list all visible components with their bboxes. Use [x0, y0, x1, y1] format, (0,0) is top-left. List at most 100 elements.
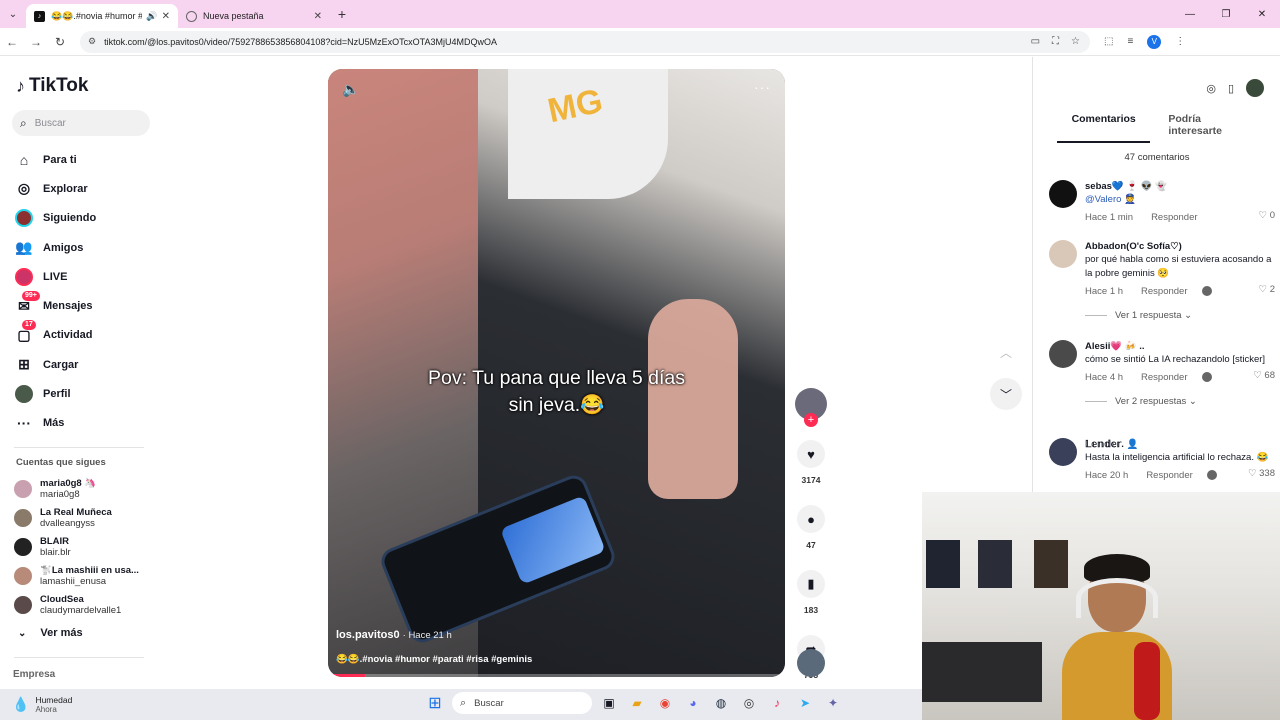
forward-icon[interactable]: →	[24, 35, 48, 49]
volume-icon[interactable]: 🔈	[342, 81, 359, 98]
compass-small-icon[interactable]: ◎	[1206, 82, 1216, 95]
comment-user[interactable]: Alesii💗 🍻 ..	[1085, 340, 1275, 353]
video-more-icon[interactable]: ···	[754, 79, 771, 95]
speaker-icon[interactable]: 🔊	[146, 11, 157, 22]
user-avatar[interactable]	[1246, 79, 1264, 97]
tab-comments[interactable]: Comentarios	[1057, 113, 1151, 143]
discord-icon[interactable]: ◕	[682, 692, 704, 714]
taskbar-apps: ⊞ ⌕ Buscar ▣ ▰ ◉ ◕ ◍ ◎ ♪ ➤ ✦	[424, 692, 844, 714]
telegram-icon[interactable]: ➤	[794, 692, 816, 714]
comment-user[interactable]: 𝕃𝕖𝕟𝕕𝕖𝕣. 👤	[1085, 438, 1275, 451]
reply-button[interactable]: Responder	[1146, 470, 1192, 481]
new-tab-button[interactable]: +	[330, 6, 354, 22]
comment-user[interactable]: Abbadon(O'c Sofía♡)	[1085, 240, 1275, 253]
windows-start-icon[interactable]: ⊞	[424, 692, 446, 714]
reply-button[interactable]: Responder	[1151, 212, 1197, 223]
comment-like[interactable]: ♡ 338	[1248, 468, 1275, 479]
sidebar-item-mensajes[interactable]: ✉ 99+ Mensajes	[14, 291, 164, 320]
extensions-icon[interactable]: ⬚	[1104, 36, 1113, 47]
following-name: BLAIR	[40, 535, 70, 547]
tab-tiktok[interactable]: ♪ 😂😂.#novia #humor #par 🔊 ✕	[26, 4, 178, 28]
post-time: · Hace 21 h	[402, 630, 452, 641]
bookmark-star-icon[interactable]: ☆	[1071, 36, 1080, 47]
view-replies-button[interactable]: Ver 1 respuesta ⌄	[1085, 310, 1275, 321]
tab-search-icon[interactable]: ⌄	[0, 0, 26, 28]
comment-time: Hace 4 h	[1085, 371, 1124, 383]
following-item[interactable]: 🐩La mashiii en usa... lamashii_enusa	[14, 562, 164, 591]
steam-icon[interactable]: ◍	[710, 692, 732, 714]
panel-tabs: Comentarios Podría interesarte	[1057, 113, 1257, 143]
sidebar-item-live[interactable]: LIVE	[14, 262, 164, 291]
chrome-icon[interactable]: ◉	[654, 692, 676, 714]
following-item[interactable]: La Real Muñeca dvalleangyss	[14, 503, 164, 532]
avatar[interactable]	[1049, 438, 1077, 466]
sidebar-item-amigos[interactable]: 👥 Amigos	[14, 233, 164, 262]
profile-avatar[interactable]: V	[1147, 34, 1162, 49]
video-hashtags[interactable]: 😂😂.#novia #humor #parati #risa #geminis	[336, 654, 532, 665]
cast-icon[interactable]: ▭	[1031, 36, 1040, 47]
url-field[interactable]: ⚙ tiktok.com/@los.pavitos0/video/7592788…	[80, 30, 1090, 53]
following-item[interactable]: BLAIR blair.blr	[14, 532, 164, 561]
reply-button[interactable]: Responder	[1141, 372, 1187, 383]
teams-icon[interactable]: ✦	[822, 692, 844, 714]
like-count: 3174	[801, 475, 821, 485]
sidebar-item-mas[interactable]: ··· Más	[14, 409, 164, 438]
avatar[interactable]	[1049, 240, 1077, 268]
avatar[interactable]	[1049, 180, 1077, 208]
task-view-icon[interactable]: ▣	[598, 692, 620, 714]
comment-like[interactable]: ♡ 2	[1259, 284, 1275, 295]
sidebar-item-explorar[interactable]: ◎ Explorar	[14, 174, 164, 203]
sidebar-item-siguiendo[interactable]: Siguiendo	[14, 204, 164, 233]
view-replies-label: Ver 1 respuesta	[1115, 310, 1182, 321]
comment-like[interactable]: ♡ 0	[1259, 210, 1275, 221]
taskbar-search[interactable]: ⌕ Buscar	[452, 692, 592, 714]
previous-video-button[interactable]: ︿	[990, 336, 1022, 368]
minimize-icon[interactable]: —	[1172, 0, 1208, 28]
close-window-icon[interactable]: ✕	[1244, 0, 1280, 28]
menu-dots-icon[interactable]: ⋮	[1175, 36, 1185, 47]
comment-like[interactable]: ♡ 68	[1253, 370, 1275, 381]
reply-button[interactable]: Responder	[1141, 286, 1187, 297]
music-disc-avatar[interactable]	[797, 649, 825, 677]
follow-plus-icon[interactable]: +	[804, 413, 818, 427]
droplet-icon: 💧	[12, 696, 30, 712]
video-author[interactable]: los.pavitos0 · Hace 21 h	[336, 629, 452, 641]
taskbar: 💧 Humedad Ahora ⊞ ⌕ Buscar ▣ ▰ ◉ ◕ ◍ ◎ ♪…	[0, 689, 922, 720]
video-progress-bar[interactable]	[328, 674, 785, 677]
creator-avatar[interactable]: +	[795, 388, 827, 427]
weather-widget[interactable]: 💧 Humedad Ahora	[12, 695, 72, 715]
video-player[interactable]: MG 🔈 ··· Pov: Tu pana que lleva 5 días s…	[328, 69, 785, 677]
sidebar-item-perfil[interactable]: Perfil	[14, 379, 164, 408]
reload-icon[interactable]: ↻	[48, 35, 72, 49]
following-item[interactable]: CloudSea claudymardelvalle1	[14, 591, 164, 620]
tiktok-app-icon[interactable]: ♪	[766, 692, 788, 714]
back-icon[interactable]: ←	[0, 35, 24, 49]
phone-icon[interactable]: ▯	[1228, 82, 1234, 95]
avatar[interactable]	[1049, 340, 1077, 368]
view-replies-button[interactable]: Ver 2 respuestas ⌄	[1085, 396, 1275, 407]
comment-button[interactable]: ● 47	[795, 505, 827, 550]
sidebar-item-cargar[interactable]: ⊞ Cargar	[14, 350, 164, 379]
avatar	[14, 508, 32, 527]
following-item[interactable]: maria0g8 🦄 maria0g8	[14, 474, 164, 503]
like-button[interactable]: ♥ 3174	[795, 440, 827, 485]
close-tab-icon[interactable]: ✕	[162, 11, 170, 22]
comment-user[interactable]: sebas💙 🍷 👽 👻	[1085, 180, 1275, 193]
tab-related[interactable]: Podría interesarte	[1168, 113, 1257, 143]
media-icon[interactable]: ≡	[1127, 36, 1133, 47]
save-button[interactable]: ▮ 183	[795, 570, 827, 615]
file-explorer-icon[interactable]: ▰	[626, 692, 648, 714]
search-input[interactable]: ⌕ Buscar	[12, 110, 150, 136]
sidebar-item-actividad[interactable]: ▢ 17 Actividad	[14, 320, 164, 350]
obs-icon[interactable]: ◎	[738, 692, 760, 714]
site-info-icon[interactable]: ⚙	[88, 36, 96, 47]
close-tab-icon[interactable]: ✕	[314, 11, 322, 22]
company-link[interactable]: Empresa	[13, 669, 55, 680]
sidebar-item-para-ti[interactable]: ⌂ Para ti	[14, 145, 164, 174]
translate-icon[interactable]: ⛶	[1052, 36, 1059, 47]
see-more-link[interactable]: ⌄ Ver más	[18, 627, 83, 639]
maximize-icon[interactable]: ❐	[1208, 0, 1244, 28]
tiktok-logo[interactable]: ♪ TikTok	[16, 75, 88, 97]
tab-new[interactable]: Nueva pestaña ✕	[178, 4, 330, 28]
next-video-button[interactable]: ﹀	[990, 378, 1022, 410]
